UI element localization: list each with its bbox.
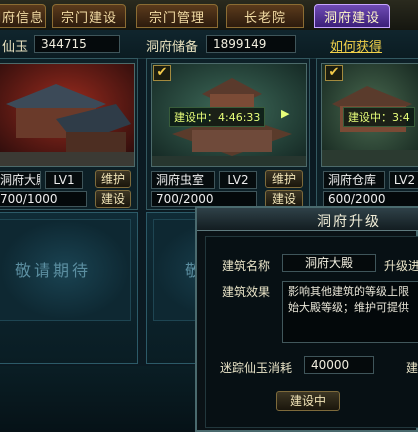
- under-construction-button[interactable]: 建设中: [276, 391, 340, 411]
- building-image-hall: [0, 63, 135, 167]
- select-checkbox[interactable]: ✔: [325, 65, 343, 81]
- building-progress: 700/2000: [151, 191, 257, 207]
- tab-sect-build[interactable]: 宗门建设: [52, 4, 126, 28]
- maintain-button[interactable]: 维护: [265, 170, 303, 188]
- jade-label: 仙玉: [2, 40, 29, 55]
- construction-timer: 建设中：4:46:33: [169, 107, 266, 127]
- building-name: 洞府虫室: [151, 171, 215, 189]
- dialog-body: 建筑名称 洞府大殿 升级进 建筑效果 影响其他建筑的等级上限 始大殿等级；维护可…: [205, 236, 418, 428]
- tab-sect-manage[interactable]: 宗门管理: [136, 4, 218, 28]
- build-button[interactable]: 建设: [95, 190, 131, 208]
- cost-label-2: 建: [406, 361, 418, 375]
- coming-soon-slot: 敬请期待: [0, 212, 138, 364]
- how-to-get-link[interactable]: 如何获得: [330, 36, 382, 55]
- dialog-title-bar: 洞府升级: [197, 208, 418, 231]
- building-level: LV2: [219, 171, 257, 189]
- building-name: 洞府仓库: [323, 171, 385, 189]
- building-effect-label: 建筑效果: [222, 285, 271, 299]
- building-card-insect-room: ✔ 建设中：4:46:33 ▶ 洞府虫室 LV2 维护 700/2000 建设: [146, 58, 310, 210]
- tab-label: 洞府建设: [323, 10, 380, 26]
- select-checkbox[interactable]: ✔: [153, 65, 171, 81]
- building-level: LV2: [389, 171, 418, 189]
- tab-elder-hall[interactable]: 长老院: [226, 4, 304, 28]
- building-level: LV1: [45, 171, 83, 189]
- effect-line-2: 始大殿等级；维护可提供: [288, 301, 409, 314]
- tab-label: 宗门建设: [60, 10, 117, 26]
- tab-dongfu-info[interactable]: 洞府信息: [0, 4, 46, 28]
- tab-dongfu-build[interactable]: 洞府建设: [314, 4, 390, 28]
- tab-label: 洞府信息: [0, 10, 44, 26]
- tab-bar: 洞府信息 宗门建设 宗门管理 长老院 洞府建设: [0, 0, 418, 31]
- storage-label: 洞府储备: [146, 40, 199, 55]
- building-card-warehouse: ✔ 建设中：3:4 洞府仓库 LV2 600/2000: [316, 58, 418, 210]
- maintain-button[interactable]: 维护: [95, 170, 131, 188]
- building-name: 洞府大殿: [0, 171, 41, 189]
- jade-cost-label: 迷踪仙玉消耗: [220, 361, 293, 375]
- coming-soon-text: 敬请期待: [15, 261, 92, 280]
- arrow-right-icon: ▶: [281, 107, 290, 120]
- building-name-label: 建筑名称: [222, 259, 271, 273]
- dialog-title: 洞府升级: [317, 214, 381, 230]
- building-progress: 700/1000: [0, 191, 87, 207]
- tab-label: 长老院: [243, 10, 286, 26]
- upgrade-progress-label: 升级进: [384, 259, 418, 273]
- building-name-value: 洞府大殿: [282, 254, 376, 272]
- jade-value: 344715: [34, 35, 120, 53]
- effect-line-1: 影响其他建筑的等级上限: [288, 285, 409, 298]
- building-effect-text: 影响其他建筑的等级上限 始大殿等级；维护可提供: [282, 281, 418, 343]
- jade-cost-value: 40000: [304, 356, 374, 374]
- building-card-hall: 洞府大殿 LV1 维护 700/1000 建设: [0, 58, 138, 210]
- upgrade-dialog: 洞府升级 建筑名称 洞府大殿 升级进 建筑效果 影响其他建筑的等级上限 始大殿等…: [195, 206, 418, 432]
- tab-label: 宗门管理: [148, 10, 205, 26]
- building-progress: 600/2000: [323, 191, 418, 207]
- construction-timer: 建设中：3:4: [343, 107, 415, 127]
- storage-value: 1899149: [206, 35, 296, 53]
- resource-row: 仙玉 344715 洞府储备 1899149 如何获得: [0, 30, 418, 59]
